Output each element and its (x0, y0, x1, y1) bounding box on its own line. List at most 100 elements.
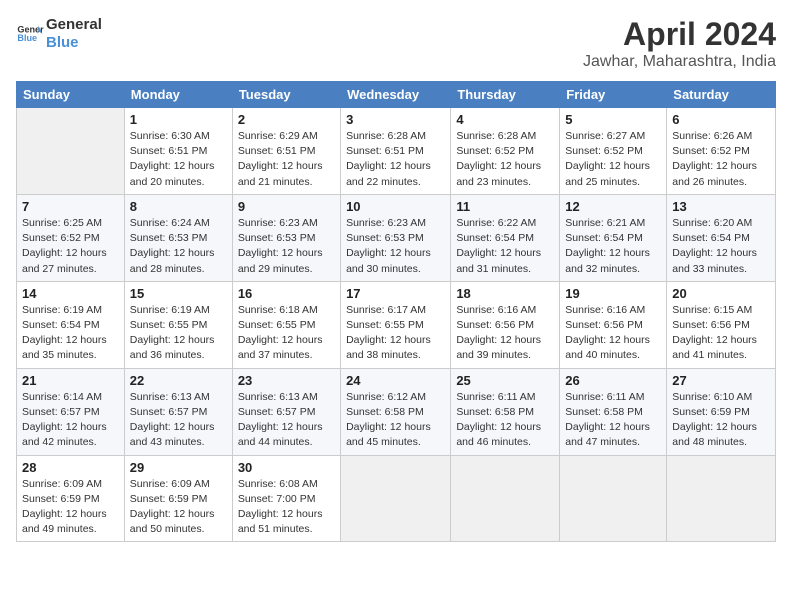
day-number: 4 (456, 112, 554, 127)
day-info: Sunrise: 6:09 AM Sunset: 6:59 PM Dayligh… (130, 477, 227, 538)
calendar-cell: 15Sunrise: 6:19 AM Sunset: 6:55 PM Dayli… (124, 281, 232, 368)
calendar-cell (17, 108, 125, 195)
calendar-week-row: 21 Sunrise: 6:14 AM Sunset: 6:57 PM Dayli… (17, 368, 776, 455)
logo-name: GeneralBlue (46, 16, 102, 52)
day-number: 2 (238, 112, 335, 127)
day-number: 16 (238, 286, 335, 301)
day-info: Sunrise: 6:13 AM Sunset: 6:57 PM Dayligh… (238, 390, 335, 451)
calendar-cell: 23 Sunrise: 6:13 AM Sunset: 6:57 PM Dayli… (232, 368, 340, 455)
day-number: 18 (456, 286, 554, 301)
day-number: 13 (672, 199, 770, 214)
day-info: Sunrise: 6:26 AM Sunset: 6:52 PM Dayligh… (672, 129, 770, 190)
day-info: Sunrise: 6:22 AM Sunset: 6:54 PM Dayligh… (456, 216, 554, 277)
day-info: Sunrise: 6:10 AM Sunset: 6:59 PM Dayligh… (672, 390, 770, 451)
calendar-cell: 26 Sunrise: 6:11 AM Sunset: 6:58 PM Dayli… (560, 368, 667, 455)
day-info: Sunrise: 6:20 AM Sunset: 6:54 PM Dayligh… (672, 216, 770, 277)
day-info: Sunrise: 6:16 AM Sunset: 6:56 PM Dayligh… (456, 303, 554, 364)
day-number: 1 (130, 112, 227, 127)
day-number: 9 (238, 199, 335, 214)
day-number: 6 (672, 112, 770, 127)
day-info: Sunrise: 6:14 AM Sunset: 6:57 PM Dayligh… (22, 390, 119, 451)
calendar-week-row: 28 Sunrise: 6:09 AM Sunset: 6:59 PM Dayli… (17, 455, 776, 542)
calendar-cell: 19 Sunrise: 6:16 AM Sunset: 6:56 PM Dayli… (560, 281, 667, 368)
weekday-header: Saturday (667, 82, 776, 108)
day-number: 17 (346, 286, 445, 301)
day-number: 24 (346, 373, 445, 388)
day-number: 23 (238, 373, 335, 388)
calendar-cell: 20Sunrise: 6:15 AM Sunset: 6:56 PM Dayli… (667, 281, 776, 368)
calendar-cell: 16Sunrise: 6:18 AM Sunset: 6:55 PM Dayli… (232, 281, 340, 368)
day-info: Sunrise: 6:23 AM Sunset: 6:53 PM Dayligh… (346, 216, 445, 277)
day-number: 11 (456, 199, 554, 214)
calendar-cell: 4 Sunrise: 6:28 AM Sunset: 6:52 PM Daylig… (451, 108, 560, 195)
day-info: Sunrise: 6:11 AM Sunset: 6:58 PM Dayligh… (456, 390, 554, 451)
day-number: 10 (346, 199, 445, 214)
day-number: 20 (672, 286, 770, 301)
calendar-cell: 3 Sunrise: 6:28 AM Sunset: 6:51 PM Daylig… (341, 108, 451, 195)
day-info: Sunrise: 6:29 AM Sunset: 6:51 PM Dayligh… (238, 129, 335, 190)
day-number: 19 (565, 286, 661, 301)
day-info: Sunrise: 6:16 AM Sunset: 6:56 PM Dayligh… (565, 303, 661, 364)
calendar-cell: 25 Sunrise: 6:11 AM Sunset: 6:58 PM Dayli… (451, 368, 560, 455)
calendar-cell (667, 455, 776, 542)
calendar-cell (560, 455, 667, 542)
day-number: 29 (130, 460, 227, 475)
day-info: Sunrise: 6:21 AM Sunset: 6:54 PM Dayligh… (565, 216, 661, 277)
calendar-cell (451, 455, 560, 542)
calendar-cell: 9 Sunrise: 6:23 AM Sunset: 6:53 PM Daylig… (232, 194, 340, 281)
calendar-cell: 24 Sunrise: 6:12 AM Sunset: 6:58 PM Dayli… (341, 368, 451, 455)
day-info: Sunrise: 6:23 AM Sunset: 6:53 PM Dayligh… (238, 216, 335, 277)
day-number: 27 (672, 373, 770, 388)
calendar-week-row: 1 Sunrise: 6:30 AM Sunset: 6:51 PM Daylig… (17, 108, 776, 195)
day-info: Sunrise: 6:27 AM Sunset: 6:52 PM Dayligh… (565, 129, 661, 190)
day-number: 21 (22, 373, 119, 388)
calendar-cell: 10 Sunrise: 6:23 AM Sunset: 6:53 PM Dayli… (341, 194, 451, 281)
title-area: April 2024 Jawhar, Maharashtra, India (583, 16, 776, 71)
header: General Blue GeneralBlue April 2024 Jawh… (16, 16, 776, 71)
calendar-cell: 11 Sunrise: 6:22 AM Sunset: 6:54 PM Dayli… (451, 194, 560, 281)
location-title: Jawhar, Maharashtra, India (583, 53, 776, 71)
day-info: Sunrise: 6:08 AM Sunset: 7:00 PM Dayligh… (238, 477, 335, 538)
weekday-header: Friday (560, 82, 667, 108)
calendar-cell: 13 Sunrise: 6:20 AM Sunset: 6:54 PM Dayli… (667, 194, 776, 281)
calendar-cell: 12 Sunrise: 6:21 AM Sunset: 6:54 PM Dayli… (560, 194, 667, 281)
day-number: 26 (565, 373, 661, 388)
svg-text:Blue: Blue (17, 33, 37, 43)
calendar-cell: 28 Sunrise: 6:09 AM Sunset: 6:59 PM Dayli… (17, 455, 125, 542)
calendar-table: SundayMondayTuesdayWednesdayThursdayFrid… (16, 81, 776, 542)
day-info: Sunrise: 6:09 AM Sunset: 6:59 PM Dayligh… (22, 477, 119, 538)
calendar-week-row: 14Sunrise: 6:19 AM Sunset: 6:54 PM Dayli… (17, 281, 776, 368)
day-info: Sunrise: 6:30 AM Sunset: 6:51 PM Dayligh… (130, 129, 227, 190)
day-info: Sunrise: 6:17 AM Sunset: 6:55 PM Dayligh… (346, 303, 445, 364)
day-info: Sunrise: 6:25 AM Sunset: 6:52 PM Dayligh… (22, 216, 119, 277)
day-number: 22 (130, 373, 227, 388)
day-number: 25 (456, 373, 554, 388)
weekday-header: Wednesday (341, 82, 451, 108)
day-number: 30 (238, 460, 335, 475)
calendar-cell: 14Sunrise: 6:19 AM Sunset: 6:54 PM Dayli… (17, 281, 125, 368)
weekday-header-row: SundayMondayTuesdayWednesdayThursdayFrid… (17, 82, 776, 108)
calendar-cell: 21 Sunrise: 6:14 AM Sunset: 6:57 PM Dayli… (17, 368, 125, 455)
day-number: 3 (346, 112, 445, 127)
calendar-cell: 30 Sunrise: 6:08 AM Sunset: 7:00 PM Dayli… (232, 455, 340, 542)
calendar-cell: 7Sunrise: 6:25 AM Sunset: 6:52 PM Daylig… (17, 194, 125, 281)
logo-icon: General Blue (16, 20, 44, 48)
weekday-header: Sunday (17, 82, 125, 108)
day-info: Sunrise: 6:28 AM Sunset: 6:51 PM Dayligh… (346, 129, 445, 190)
day-number: 5 (565, 112, 661, 127)
month-title: April 2024 (583, 16, 776, 53)
day-number: 12 (565, 199, 661, 214)
day-info: Sunrise: 6:12 AM Sunset: 6:58 PM Dayligh… (346, 390, 445, 451)
calendar-cell: 18 Sunrise: 6:16 AM Sunset: 6:56 PM Dayli… (451, 281, 560, 368)
calendar-cell: 1 Sunrise: 6:30 AM Sunset: 6:51 PM Daylig… (124, 108, 232, 195)
weekday-header: Monday (124, 82, 232, 108)
day-info: Sunrise: 6:28 AM Sunset: 6:52 PM Dayligh… (456, 129, 554, 190)
calendar-week-row: 7Sunrise: 6:25 AM Sunset: 6:52 PM Daylig… (17, 194, 776, 281)
day-info: Sunrise: 6:11 AM Sunset: 6:58 PM Dayligh… (565, 390, 661, 451)
day-number: 28 (22, 460, 119, 475)
calendar-cell (341, 455, 451, 542)
calendar-cell: 2 Sunrise: 6:29 AM Sunset: 6:51 PM Daylig… (232, 108, 340, 195)
day-info: Sunrise: 6:24 AM Sunset: 6:53 PM Dayligh… (130, 216, 227, 277)
logo: General Blue GeneralBlue (16, 16, 102, 52)
calendar-cell: 29 Sunrise: 6:09 AM Sunset: 6:59 PM Dayli… (124, 455, 232, 542)
